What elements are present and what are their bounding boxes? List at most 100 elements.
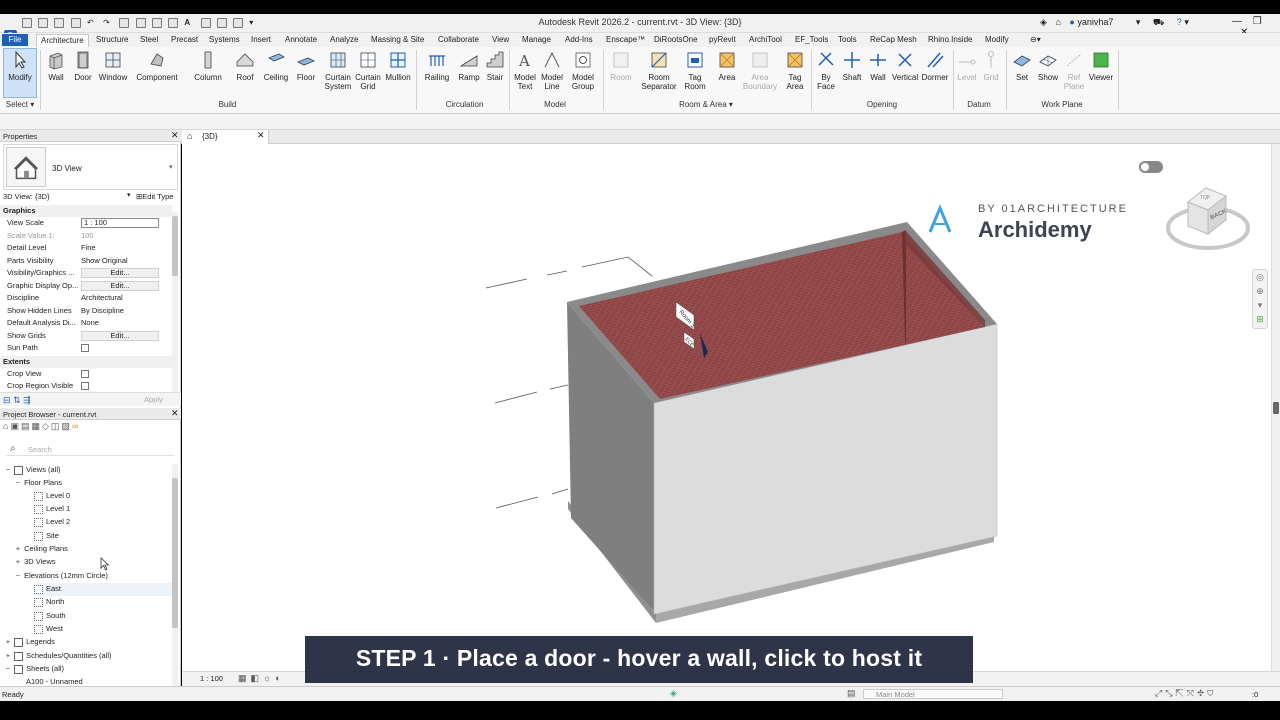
tree-expander[interactable]: − [4, 464, 12, 476]
zoom-dropdown-icon[interactable]: ▾ [1253, 298, 1267, 312]
component-button[interactable]: Component [134, 50, 180, 82]
file-tab[interactable]: File [2, 34, 28, 46]
tree-expander[interactable]: + [14, 556, 22, 568]
tree-item-legends[interactable]: + Legends [4, 636, 55, 649]
tab-add-ins[interactable]: Add-Ins [565, 35, 593, 44]
search-input[interactable]: Search [28, 445, 52, 454]
help-dropdown-icon[interactable]: ▾ [1184, 17, 1189, 27]
ref-plane-button[interactable]: Ref Plane [1062, 50, 1086, 91]
tree-item-south[interactable]: South [34, 610, 66, 623]
model-group-button[interactable]: Model Group [568, 50, 598, 91]
select-pinned-icon[interactable]: ⇱ [1175, 688, 1186, 698]
ramp-button[interactable]: Ramp [456, 50, 482, 82]
filter-icon[interactable]: ⛉ [1207, 688, 1216, 698]
tree-item-schedules[interactable]: + Schedules/Quantities (all) [4, 650, 112, 663]
area-boundary-button[interactable]: Area Boundary [742, 50, 778, 91]
browser-chain-icon[interactable]: ∞ [72, 421, 80, 431]
tab-insert[interactable]: Insert [251, 35, 271, 44]
close-view-tab-icon[interactable]: ✕ [257, 130, 265, 141]
properties-scroll-thumb[interactable] [172, 216, 178, 276]
show-button[interactable]: Show [1036, 50, 1060, 82]
model-text-button[interactable]: A Model Text [512, 50, 538, 91]
browser-link-icon[interactable]: ▨ [61, 421, 72, 431]
column-button[interactable]: Column [191, 50, 225, 82]
browser-view-icon[interactable]: ▣ [10, 421, 21, 431]
select-links-icon[interactable]: ⤢ [1155, 688, 1165, 698]
ribbon-options-icon[interactable]: ⊖▾ [1030, 35, 1041, 44]
tree-item-elevations[interactable]: − Elevations (12mm Circle) [14, 570, 108, 583]
dormer-button[interactable]: Dormer [920, 50, 950, 82]
select-underlay-icon[interactable]: ⤡ [1165, 688, 1175, 698]
help-community-icon[interactable]: ⌂ [1055, 17, 1060, 27]
tab-analyze[interactable]: Analyze [330, 35, 358, 44]
vertical-opening-button[interactable]: Vertical [890, 50, 920, 82]
roof-button[interactable]: Roof [232, 50, 258, 82]
tree-item-level-2[interactable]: Level 2 [34, 516, 70, 529]
tab-enscape[interactable]: Enscape™ [606, 35, 645, 44]
tree-expander[interactable]: − [4, 663, 12, 675]
restore-icon[interactable]: ❐ [1253, 16, 1262, 27]
tab-steel[interactable]: Steel [140, 35, 158, 44]
minimize-icon[interactable]: — [1232, 16, 1242, 27]
room-button[interactable]: Room [606, 50, 636, 82]
select-by-face-icon[interactable]: ⤧ [1187, 688, 1197, 698]
zoom-icon[interactable]: ⊕ [1253, 284, 1267, 298]
tree-item-views-all[interactable]: − Views (all) [4, 464, 61, 477]
user-dropdown-icon[interactable]: ▾ [1136, 17, 1141, 27]
curtain-system-button[interactable]: Curtain System [322, 50, 354, 91]
detail-level-icon[interactable]: ▦ [238, 673, 251, 683]
mullion-button[interactable]: Mullion [383, 50, 413, 82]
close-project-browser-icon[interactable]: ✕ [171, 408, 179, 419]
curtain-grid-button[interactable]: Curtain Grid [354, 50, 382, 91]
tab-structure[interactable]: Structure [96, 35, 128, 44]
select-panel-label[interactable]: Select ▾ [4, 100, 36, 109]
tree-expander[interactable]: − [14, 570, 22, 582]
tree-item-3d-views[interactable]: + 3D Views [14, 556, 56, 569]
tab-annotate[interactable]: Annotate [285, 35, 317, 44]
sun-path-checkbox[interactable] [81, 344, 89, 352]
properties-sort-icons[interactable]: ⊟ ⇅ ⇶ [3, 395, 31, 406]
drag-elements-icon[interactable]: ✥ [1197, 688, 1207, 698]
tree-expander[interactable]: + [14, 543, 22, 555]
instance-filter[interactable]: 3D View: {3D} [3, 192, 50, 201]
extents-section[interactable]: Extents [0, 356, 172, 368]
tab-tools[interactable]: Tools [838, 35, 857, 44]
tree-item-east[interactable]: East [34, 583, 172, 596]
prop-detail-level[interactable]: Detail Level Fine [0, 242, 172, 255]
crop-region-checkbox[interactable] [81, 382, 89, 390]
tag-area-button[interactable]: Tag Area [782, 50, 808, 91]
binoculars-icon[interactable]: ◈ [1040, 17, 1047, 27]
set-button[interactable]: Set [1010, 50, 1034, 82]
sun-path-icon[interactable]: ☼ [263, 673, 275, 683]
tab-architool[interactable]: ArchiTool [749, 35, 782, 44]
graphic-display-edit-button[interactable]: Edit... [81, 281, 159, 291]
by-face-button[interactable]: By Face [814, 50, 838, 91]
toggle-switch[interactable] [1139, 161, 1163, 173]
stair-button[interactable]: Stair [483, 50, 507, 82]
tab-architecture[interactable]: Architecture [36, 34, 89, 47]
crop-view-checkbox[interactable] [81, 370, 89, 378]
browser-group-icon[interactable]: ◫ [51, 421, 62, 431]
area-button[interactable]: Area [714, 50, 740, 82]
tree-item-west[interactable]: West [34, 623, 63, 636]
view-scale-button[interactable]: 1 : 100 [200, 674, 223, 683]
tab-systems[interactable]: Systems [209, 35, 240, 44]
tab-massing-site[interactable]: Massing & Site [371, 35, 424, 44]
tag-room-button[interactable]: Tag Room [682, 50, 708, 91]
prop-parts-visibility[interactable]: Parts Visibility Show Original [0, 255, 172, 268]
cart-icon[interactable]: ⛟ [1153, 17, 1164, 27]
show-grids-edit-button[interactable]: Edit... [81, 331, 159, 341]
help-icon[interactable]: ? [1177, 17, 1182, 27]
window-button[interactable]: Window [97, 50, 129, 82]
tree-item-a100[interactable]: A100 - Unnamed [26, 676, 83, 686]
prop-show-hidden-lines[interactable]: Show Hidden Lines By Discipline [0, 305, 172, 318]
main-model-icon[interactable]: ▤ [847, 688, 856, 699]
shadows-icon[interactable]: ◐ [275, 673, 284, 683]
apply-button[interactable]: Apply [144, 395, 163, 404]
browser-scrollbar[interactable] [172, 464, 178, 686]
browser-sheet-icon[interactable]: ▤ [21, 421, 32, 431]
model-line-button[interactable]: Model Line [539, 50, 565, 91]
wall-button[interactable]: Wall [45, 50, 67, 82]
ceiling-button[interactable]: Ceiling [261, 50, 291, 82]
tree-expander[interactable]: + [4, 636, 12, 648]
